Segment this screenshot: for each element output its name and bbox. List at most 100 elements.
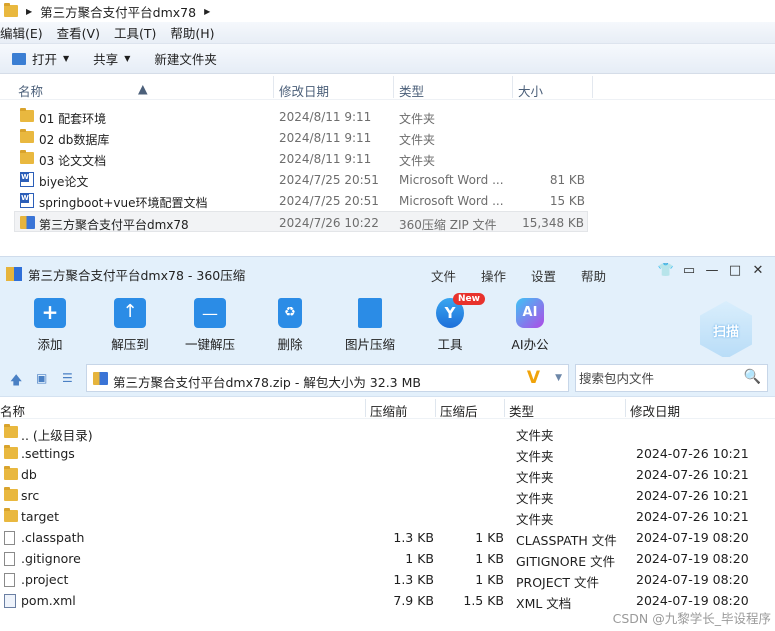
file-row-01[interactable]: 01 配套环境 2024/8/11 9:11 文件夹	[0, 106, 775, 127]
column-divider[interactable]	[625, 399, 626, 417]
minimize-icon[interactable]: —	[701, 263, 723, 278]
column-name[interactable]: 名称	[18, 81, 43, 100]
tools-label: 工具	[437, 337, 463, 352]
file-row-biye[interactable]: biye论文 2024/7/25 20:51 Microsoft Word ..…	[0, 169, 775, 190]
folder-icon	[4, 3, 18, 17]
menu-edit[interactable]: 编辑(E)	[0, 23, 43, 42]
entry-name: src	[21, 488, 40, 503]
column-divider[interactable]	[504, 399, 505, 417]
sort-ascending-icon: ▲	[138, 81, 148, 96]
menu-help[interactable]: 帮助	[581, 266, 606, 285]
archive-row-classpath[interactable]: .classpath 1.3 KB 1 KB CLASSPATH 文件 2024…	[0, 527, 775, 548]
shirt-icon[interactable]: 👕	[655, 263, 677, 278]
column-divider[interactable]	[393, 76, 394, 98]
folder-icon	[20, 108, 34, 122]
archive-toolbar: 添加 解压到 一键解压 删除 图片压缩 工具 New AI办公 扫描	[0, 291, 775, 359]
extract-to-label: 解压到	[111, 337, 149, 352]
extract-to-button[interactable]: 解压到	[100, 295, 160, 353]
add-button[interactable]: 添加	[20, 295, 80, 353]
archive-column-header: 名称 压缩前 压缩后 类型 修改日期	[0, 397, 775, 419]
file-row-03[interactable]: 03 论文文档 2024/8/11 9:11 文件夹	[0, 148, 775, 169]
file-size: 15 KB	[549, 194, 585, 208]
file-row-zip-selected[interactable]: 第三方聚合支付平台dmx78 2024/7/26 10:22 360压缩 ZIP…	[14, 211, 588, 232]
open-button[interactable]: 打开 ▼	[12, 49, 69, 68]
feedback-icon[interactable]: ▭	[678, 263, 700, 278]
file-name: biye论文	[39, 175, 89, 189]
share-button[interactable]: 共享 ▼	[93, 49, 130, 68]
explorer-file-list: 01 配套环境 2024/8/11 9:11 文件夹 02 db数据库 2024…	[0, 100, 775, 232]
menu-help[interactable]: 帮助(H)	[170, 23, 214, 42]
ai-office-icon	[516, 298, 544, 328]
ai-office-label: AI办公	[511, 337, 549, 352]
entry-date: 2024-07-26 10:21	[636, 509, 749, 524]
list-view-icon[interactable]: ☰	[62, 371, 73, 385]
archive-row-target[interactable]: target 文件夹 2024-07-26 10:21	[0, 506, 775, 527]
add-label: 添加	[37, 337, 63, 352]
archive-search-input[interactable]	[579, 371, 739, 386]
delete-button[interactable]: 删除	[260, 295, 320, 353]
thumbnail-view-icon[interactable]: ▣	[36, 371, 47, 385]
scan-button[interactable]: 扫描	[700, 301, 752, 359]
column-divider[interactable]	[512, 76, 513, 98]
column-divider[interactable]	[273, 76, 274, 98]
archive-row-db[interactable]: db 文件夹 2024-07-26 10:21	[0, 464, 775, 485]
image-compress-button[interactable]: 图片压缩	[340, 295, 400, 353]
close-icon[interactable]: ✕	[747, 263, 769, 278]
column-divider[interactable]	[365, 399, 366, 417]
maximize-icon[interactable]: □	[724, 263, 746, 278]
file-date: 2024/7/25 20:51	[279, 194, 379, 208]
menu-view[interactable]: 查看(V)	[57, 23, 100, 42]
column-type[interactable]: 类型	[509, 401, 534, 420]
chevron-right-icon[interactable]: ▶	[26, 7, 32, 16]
archive-row-gitignore[interactable]: .gitignore 1 KB 1 KB GITIGNORE 文件 2024-0…	[0, 548, 775, 569]
one-click-extract-icon	[194, 298, 226, 328]
up-arrow-icon[interactable]: 🡅	[10, 371, 22, 392]
chevron-right-icon[interactable]: ▶	[204, 7, 210, 16]
column-modified-date[interactable]: 修改日期	[630, 401, 680, 420]
column-type[interactable]: 类型	[399, 81, 424, 100]
column-divider[interactable]	[435, 399, 436, 417]
new-folder-button[interactable]: 新建文件夹	[154, 49, 217, 68]
entry-date: 2024-07-19 08:20	[636, 530, 749, 545]
word-icon	[20, 193, 34, 208]
menu-file[interactable]: 文件	[431, 266, 456, 285]
column-size[interactable]: 大小	[518, 81, 543, 100]
address-bar[interactable]: ▶ 第三方聚合支付平台dmx78 ▶	[0, 0, 775, 22]
file-row-springboot[interactable]: springboot+vue环境配置文档 2024/7/25 20:51 Mic…	[0, 190, 775, 211]
breadcrumb[interactable]: 第三方聚合支付平台dmx78	[40, 2, 196, 21]
archive-row-settings[interactable]: .settings 文件夹 2024-07-26 10:21	[0, 443, 775, 464]
file-row-02[interactable]: 02 db数据库 2024/8/11 9:11 文件夹	[0, 127, 775, 148]
entry-name: .classpath	[21, 530, 85, 545]
archive-path-field[interactable]: 第三方聚合支付平台dmx78.zip - 解包大小为 32.3 MB V ▼	[86, 364, 569, 392]
archive-row-parent[interactable]: .. (上级目录) 文件夹	[0, 422, 775, 443]
file-type: Microsoft Word ...	[399, 173, 504, 187]
column-name[interactable]: 名称	[0, 401, 25, 420]
v-logo-icon[interactable]: V	[527, 368, 540, 388]
one-click-extract-button[interactable]: 一键解压	[180, 295, 240, 353]
folder-icon	[4, 445, 18, 459]
open-icon	[12, 52, 26, 65]
search-icon[interactable]: 🔍	[744, 369, 761, 385]
archive-row-src[interactable]: src 文件夹 2024-07-26 10:21	[0, 485, 775, 506]
entry-original-size: 7.9 KB	[393, 593, 434, 608]
file-size: 15,348 KB	[522, 216, 584, 230]
archive-row-project[interactable]: .project 1.3 KB 1 KB PROJECT 文件 2024-07-…	[0, 569, 775, 590]
column-divider[interactable]	[592, 76, 593, 98]
entry-type: 文件夹	[516, 512, 554, 527]
menu-tools[interactable]: 工具(T)	[114, 23, 156, 42]
menu-operation[interactable]: 操作	[481, 266, 506, 285]
new-folder-label: 新建文件夹	[154, 52, 217, 67]
ai-office-button[interactable]: AI办公	[500, 295, 560, 353]
image-compress-icon	[358, 298, 382, 328]
entry-date: 2024-07-19 08:20	[636, 572, 749, 587]
file-date: 2024/8/11 9:11	[279, 110, 372, 124]
menu-settings[interactable]: 设置	[531, 266, 556, 285]
title-bar[interactable]: 第三方聚合支付平台dmx78 - 360压缩 文件 操作 设置 帮助 👕 ▭ —…	[0, 257, 775, 291]
zip-icon	[20, 216, 35, 229]
column-original-size[interactable]: 压缩前	[370, 401, 408, 420]
column-compressed-size[interactable]: 压缩后	[440, 401, 478, 420]
column-date[interactable]: 修改日期	[279, 81, 329, 100]
zip-icon	[93, 372, 108, 385]
chevron-down-icon[interactable]: ▼	[555, 373, 562, 383]
entry-name: target	[21, 509, 60, 524]
